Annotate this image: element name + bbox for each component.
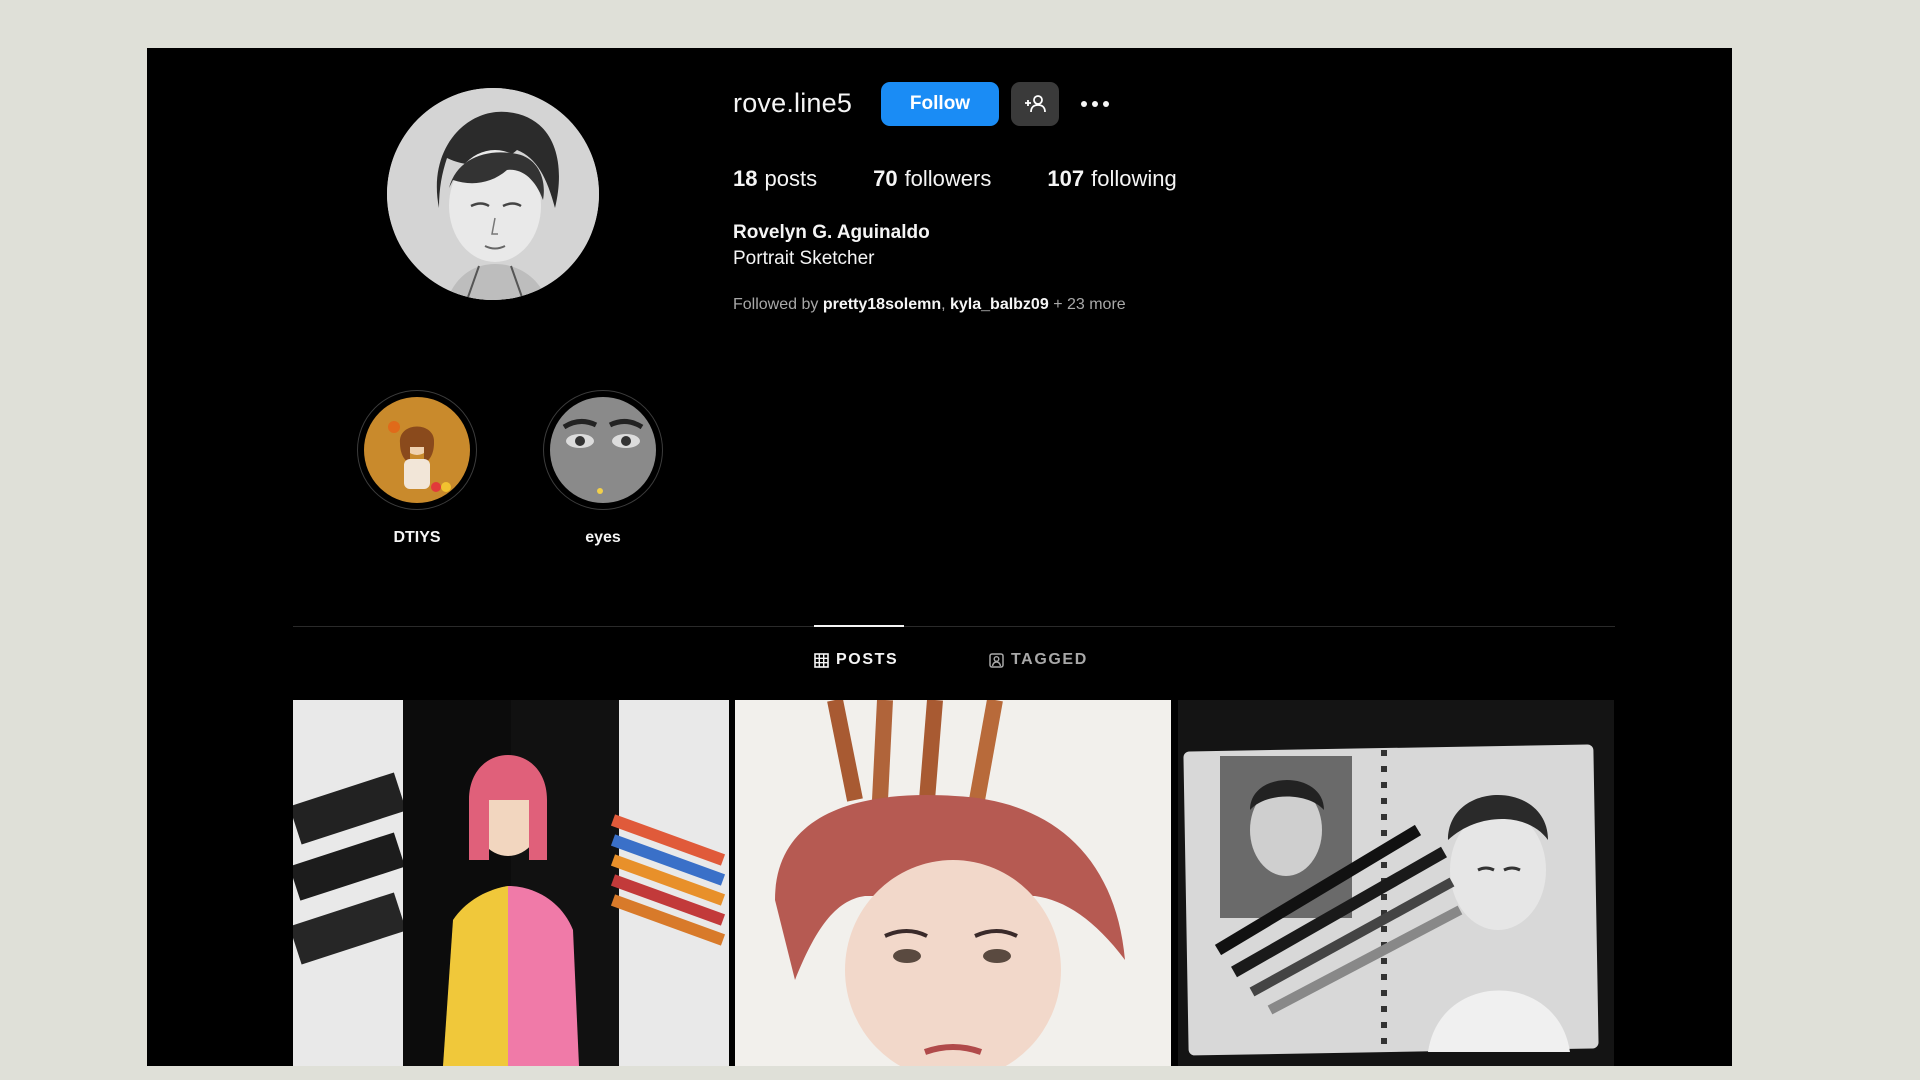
grid-icon bbox=[814, 652, 829, 668]
posts-label: posts bbox=[764, 166, 818, 191]
following-number: 107 bbox=[1047, 166, 1085, 191]
more-options-icon[interactable] bbox=[1073, 82, 1117, 126]
highlight-eyes[interactable]: eyes bbox=[543, 390, 663, 547]
avatar-sketch bbox=[387, 88, 599, 300]
post-image bbox=[293, 700, 729, 1066]
profile-bio: Portrait Sketcher bbox=[733, 248, 875, 269]
tab-posts-label: POSTS bbox=[836, 651, 899, 668]
highlight-cover bbox=[364, 397, 470, 503]
profile-full-name: Rovelyn G. Aguinaldo bbox=[733, 222, 930, 243]
followed-by[interactable]: Followed by pretty18solemn, kyla_balbz09… bbox=[733, 296, 1126, 314]
tagged-person-icon bbox=[989, 652, 1004, 668]
followed-by-user-1[interactable]: pretty18solemn bbox=[823, 296, 941, 313]
post-image bbox=[1178, 700, 1614, 1066]
followers-link[interactable]: 70 followers bbox=[873, 166, 991, 192]
highlight-ring bbox=[357, 390, 477, 510]
posts-number: 18 bbox=[733, 166, 758, 191]
post-thumbnail[interactable] bbox=[735, 700, 1171, 1066]
following-link[interactable]: 107 following bbox=[1047, 166, 1176, 192]
profile-page: rove.line5 Follow 18 posts 70 followers 10… bbox=[147, 48, 1732, 1066]
followers-number: 70 bbox=[873, 166, 898, 191]
tabs-divider bbox=[293, 626, 1615, 627]
highlight-label: eyes bbox=[585, 529, 621, 546]
profile-username: rove.line5 bbox=[733, 88, 853, 118]
post-image bbox=[735, 700, 1171, 1066]
highlight-cover bbox=[550, 397, 656, 503]
highlight-label: DTIYS bbox=[393, 529, 441, 546]
person-add-icon bbox=[1025, 95, 1046, 113]
highlight-ring bbox=[543, 390, 663, 510]
post-thumbnail[interactable] bbox=[1178, 700, 1614, 1066]
tab-tagged-label: TAGGED bbox=[1011, 651, 1088, 668]
tab-posts[interactable]: POSTS bbox=[814, 651, 898, 669]
followed-by-user-2[interactable]: kyla_balbz09 bbox=[950, 296, 1049, 313]
followed-by-more: + 23 more bbox=[1053, 296, 1126, 313]
followed-by-separator: , bbox=[941, 296, 946, 313]
dot bbox=[1103, 101, 1109, 107]
dot bbox=[1081, 101, 1087, 107]
profile-avatar[interactable] bbox=[387, 88, 599, 300]
following-label: following bbox=[1091, 166, 1177, 191]
suggested-accounts-button[interactable] bbox=[1011, 82, 1059, 126]
post-thumbnail[interactable] bbox=[293, 700, 729, 1066]
followed-by-prefix: Followed by bbox=[733, 296, 819, 313]
profile-stats: 18 posts 70 followers 107 following bbox=[733, 166, 1177, 192]
followers-label: followers bbox=[904, 166, 992, 191]
dot bbox=[1092, 101, 1098, 107]
highlight-dtiys[interactable]: DTIYS bbox=[357, 390, 477, 547]
active-tab-indicator bbox=[814, 625, 904, 627]
follow-button[interactable]: Follow bbox=[881, 82, 999, 126]
posts-count: 18 posts bbox=[733, 166, 817, 192]
tab-tagged[interactable]: TAGGED bbox=[989, 651, 1088, 669]
